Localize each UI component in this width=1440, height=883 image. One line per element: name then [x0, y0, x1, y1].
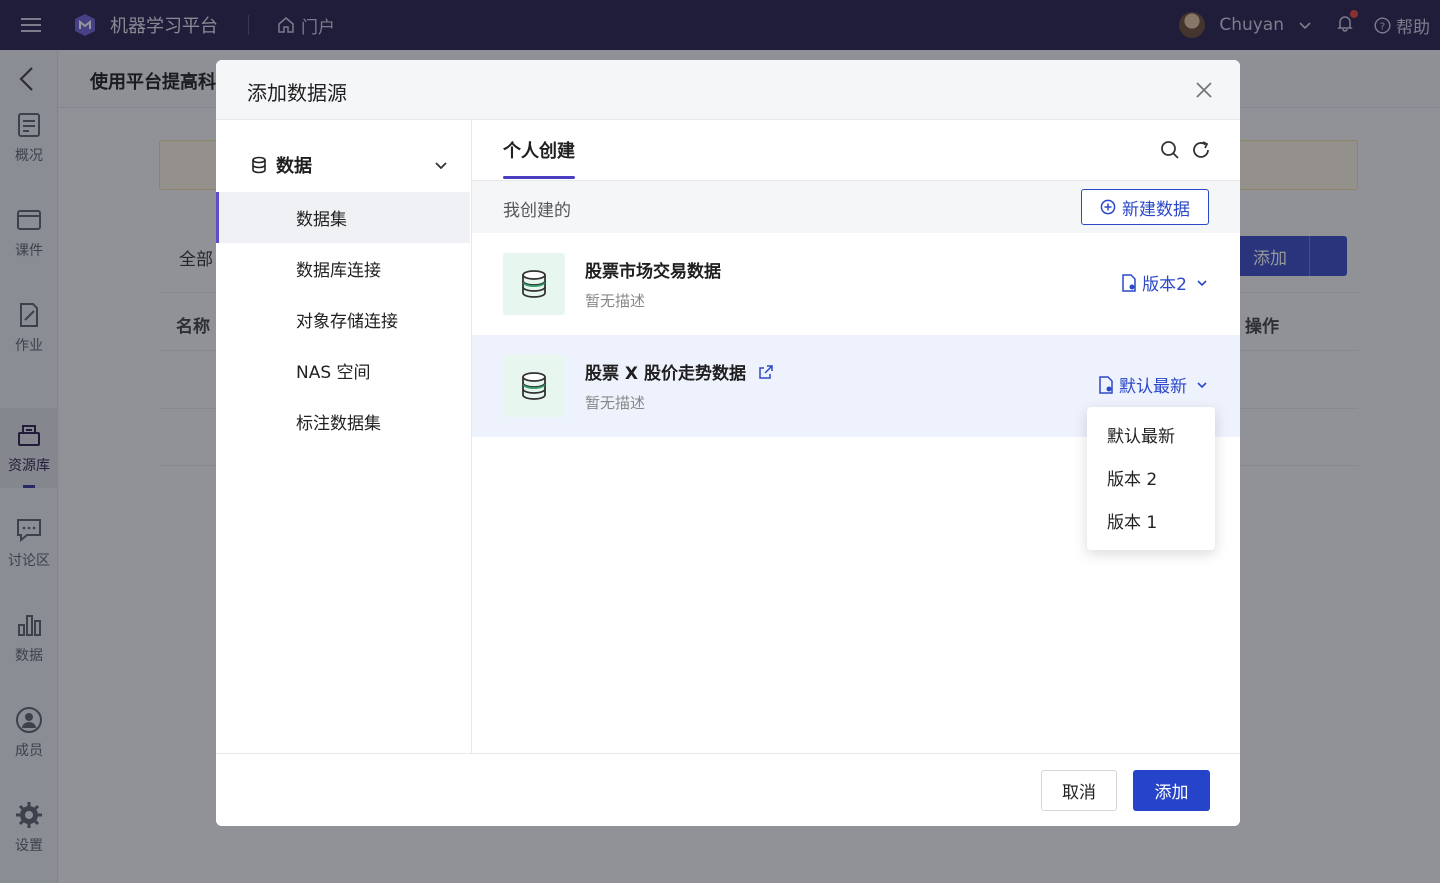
chevron-down-icon: [1197, 279, 1207, 286]
nav-item-label: 标注数据集: [296, 414, 381, 434]
nav-item-dataset[interactable]: 数据集: [216, 192, 470, 243]
dataset-description: 暂无描述: [585, 394, 646, 412]
dataset-name: 股票市场交易数据: [585, 257, 721, 282]
database-icon: [252, 156, 266, 174]
version-dropdown-menu: 默认最新 版本 2 版本 1: [1087, 407, 1215, 550]
tab-personal[interactable]: 个人创建: [503, 137, 575, 163]
version-option[interactable]: 版本 2: [1087, 456, 1215, 499]
dialog-title: 添加数据源: [247, 81, 347, 105]
version-select[interactable]: 默认最新: [1098, 372, 1208, 397]
new-data-label: 新建数据: [1122, 199, 1190, 220]
chevron-down-icon: [1197, 381, 1207, 388]
nav-group-data[interactable]: 数据: [216, 142, 472, 188]
version-select[interactable]: 版本2: [1121, 270, 1208, 295]
version-label: 版本2: [1142, 275, 1187, 295]
dataset-icon: [503, 253, 565, 315]
nav-item-label: 数据集: [296, 210, 347, 230]
refresh-icon[interactable]: [1190, 139, 1212, 161]
dataset-name-text: 股票市场交易数据: [585, 262, 721, 282]
nav-item-nas-space[interactable]: NAS 空间: [216, 345, 470, 396]
confirm-add-button[interactable]: 添加: [1133, 770, 1210, 811]
list-item[interactable]: 股票市场交易数据 暂无描述 版本2: [472, 233, 1240, 335]
dataset-icon: [503, 355, 565, 417]
section-header: 我创建的 新建数据: [472, 181, 1240, 233]
nav-item-label: 对象存储连接: [296, 312, 398, 332]
plus-circle-icon: [1100, 199, 1116, 215]
nav-item-label: 数据库连接: [296, 261, 381, 281]
dialog-header: 添加数据源: [216, 60, 1240, 120]
version-option[interactable]: 默认最新: [1087, 413, 1215, 456]
nav-item-object-storage[interactable]: 对象存储连接: [216, 294, 470, 345]
dialog-footer: 取消 添加: [216, 753, 1240, 826]
version-option[interactable]: 版本 1: [1087, 499, 1215, 542]
panel-tabs: 个人创建: [472, 120, 1240, 181]
file-version-icon: [1099, 375, 1113, 394]
version-label: 默认最新: [1119, 377, 1187, 397]
datasource-type-nav: 数据 数据集 数据库连接 对象存储连接 NAS 空间 标注数据集: [216, 120, 472, 753]
dataset-name: 股票 X 股价走势数据: [585, 359, 774, 384]
cancel-button[interactable]: 取消: [1041, 770, 1117, 811]
nav-item-label: NAS 空间: [296, 363, 371, 383]
external-link-icon[interactable]: [758, 364, 774, 380]
add-datasource-dialog: 添加数据源 数据 数据集 数据库连接 对象存储连接 NAS 空间 标注数据集 个…: [216, 60, 1240, 826]
close-icon[interactable]: [1192, 78, 1216, 102]
dataset-name-text: 股票 X 股价走势数据: [585, 364, 746, 384]
tab-active-indicator: [503, 176, 575, 179]
nav-item-database-connection[interactable]: 数据库连接: [216, 243, 470, 294]
nav-group-label: 数据: [276, 156, 312, 177]
search-icon[interactable]: [1159, 139, 1181, 161]
chevron-down-icon: [435, 162, 447, 170]
nav-item-labeled-dataset[interactable]: 标注数据集: [216, 396, 470, 447]
file-version-icon: [1122, 273, 1136, 292]
section-label: 我创建的: [503, 201, 571, 221]
dataset-description: 暂无描述: [585, 292, 646, 310]
new-data-button[interactable]: 新建数据: [1081, 189, 1209, 225]
